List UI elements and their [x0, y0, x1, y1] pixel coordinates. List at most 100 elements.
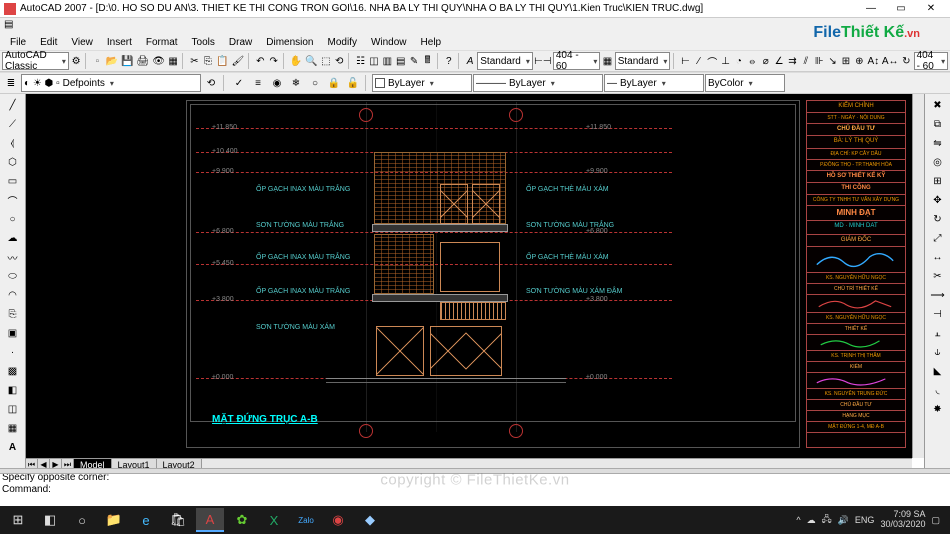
pline-tool[interactable]: ⦉ — [3, 134, 23, 152]
dim-leader-button[interactable]: ↘ — [826, 52, 838, 70]
text-style-icon[interactable]: A — [464, 52, 476, 70]
erase-tool[interactable]: ✖ — [928, 96, 948, 114]
table-style-combo[interactable]: Standard▾ — [615, 52, 671, 70]
plot-preview-button[interactable]: 👁 — [151, 52, 166, 70]
scale-tool[interactable]: ⤢ — [928, 229, 948, 247]
taskbar-edge[interactable]: e — [132, 508, 160, 532]
extend-tool[interactable]: ⟶ — [928, 286, 948, 304]
tool-palettes-button[interactable]: ▥ — [381, 52, 393, 70]
dim-angular-button[interactable]: ∠ — [773, 52, 785, 70]
line-tool[interactable]: ╱ — [3, 96, 23, 114]
new-button[interactable] — [91, 52, 103, 70]
copy-tool[interactable]: ⧉ — [928, 115, 948, 133]
undo-button[interactable] — [254, 52, 266, 70]
cut-button[interactable] — [188, 52, 200, 70]
layer-unlock-button[interactable]: 🔓 — [344, 74, 362, 92]
properties-button[interactable]: ☷ — [354, 52, 366, 70]
layer-combo[interactable]: ◐ ☀ ⬢ ▫ Defpoints▾ — [21, 74, 201, 92]
offset-tool[interactable]: ◎ — [928, 153, 948, 171]
break-tool[interactable]: ⫠ — [928, 324, 948, 342]
zoom-button[interactable] — [304, 52, 318, 70]
maximize-button[interactable]: ▭ — [886, 1, 916, 17]
join-tool[interactable]: ⫝ — [928, 343, 948, 361]
insert-block-tool[interactable]: ⎘ — [3, 305, 23, 323]
ellipse-arc-tool[interactable]: ◠ — [3, 286, 23, 304]
dim-quick-button[interactable]: ⇉ — [786, 52, 798, 70]
design-center-button[interactable]: ◫ — [368, 52, 380, 70]
stretch-tool[interactable]: ↔ — [928, 248, 948, 266]
menu-draw[interactable]: Draw — [223, 37, 258, 48]
polygon-tool[interactable]: ⬡ — [3, 153, 23, 171]
plot-button[interactable] — [136, 52, 151, 70]
menu-format[interactable]: Format — [140, 37, 184, 48]
taskbar-autocad[interactable]: A — [196, 508, 224, 532]
layer-freeze-button[interactable]: ❄ — [287, 74, 305, 92]
circle-tool[interactable]: ○ — [3, 210, 23, 228]
zoom-window-button[interactable]: ⬚ — [320, 52, 332, 70]
command-resize-handle[interactable] — [0, 468, 950, 474]
mtext-tool[interactable]: A — [3, 438, 23, 456]
revcloud-tool[interactable]: ☁ — [3, 229, 23, 247]
dim-continue-button[interactable]: ⊪ — [813, 52, 825, 70]
command-prompt[interactable]: Command: — [2, 484, 948, 496]
menu-dimension[interactable]: Dimension — [260, 37, 319, 48]
taskbar-app-1[interactable]: ✿ — [228, 508, 256, 532]
dim-tolerance-button[interactable]: ⊞ — [840, 52, 852, 70]
pan-button[interactable] — [289, 52, 303, 70]
tray-notifications-icon[interactable]: ▢ — [931, 515, 940, 526]
tray-lang[interactable]: ENG — [855, 515, 875, 525]
layer-manager-button[interactable]: ≣ — [2, 74, 20, 92]
dim-textedit-button[interactable]: A↔ — [881, 52, 899, 70]
ellipse-tool[interactable]: ⬭ — [3, 267, 23, 285]
dim-style-combo[interactable]: 404 - 60▾ — [553, 52, 600, 70]
dim-style-combo-2[interactable]: 404 - 60▾ — [914, 52, 949, 70]
taskbar-explorer[interactable]: 📁 — [100, 508, 128, 532]
open-button[interactable] — [105, 52, 119, 70]
menu-modify[interactable]: Modify — [322, 37, 363, 48]
tray-network-icon[interactable]: 🖧 — [822, 512, 832, 528]
mirror-tool[interactable]: ⇋ — [928, 134, 948, 152]
copy-button[interactable] — [202, 52, 214, 70]
redo-button[interactable] — [267, 52, 279, 70]
taskbar-app-3[interactable]: ◆ — [356, 508, 384, 532]
taskbar-store[interactable]: 🛍 — [164, 508, 192, 532]
gradient-tool[interactable]: ◧ — [3, 381, 23, 399]
rectangle-tool[interactable]: ▭ — [3, 172, 23, 190]
start-button[interactable]: ⊞ — [4, 508, 32, 532]
dim-jogged-button[interactable]: ⦵ — [746, 52, 758, 70]
markup-button[interactable]: ✎ — [408, 52, 420, 70]
taskbar-excel[interactable]: X — [260, 508, 288, 532]
sheet-set-button[interactable]: ▤ — [395, 52, 407, 70]
tray-clock[interactable]: 7:09 SA 30/03/2020 — [880, 510, 925, 530]
drawing-canvas[interactable]: +11.850 +10.400 +9.900 +6.800 +5.450 +3.… — [26, 94, 912, 458]
taskbar-zalo[interactable]: Zalo — [292, 508, 320, 532]
command-area[interactable]: Specify opposite corner: Command: — [0, 470, 950, 510]
tray-onedrive-icon[interactable]: ☁ — [807, 515, 816, 526]
taskbar-cortana[interactable]: ○ — [68, 508, 96, 532]
dim-style-icon[interactable]: ⊢⊣ — [534, 52, 552, 70]
dim-baseline-button[interactable]: ⫽ — [800, 52, 812, 70]
help-button[interactable]: ? — [443, 52, 455, 70]
layer-previous-button[interactable]: ⟲ — [202, 74, 220, 92]
tray-up-icon[interactable]: ^ — [796, 515, 800, 525]
paste-button[interactable] — [215, 52, 229, 70]
calc-button[interactable]: 🖩 — [421, 52, 433, 70]
workspace-settings-button[interactable]: ⚙ — [70, 52, 82, 70]
layer-lock-button[interactable]: 🔒 — [325, 74, 343, 92]
chamfer-tool[interactable]: ◣ — [928, 362, 948, 380]
fillet-tool[interactable]: ◟ — [928, 381, 948, 399]
xline-tool[interactable]: ⟋ — [3, 115, 23, 133]
menu-help[interactable]: Help — [415, 37, 448, 48]
lineweight-combo[interactable]: — ByLayer▾ — [604, 74, 704, 92]
dim-center-button[interactable]: ⊕ — [853, 52, 865, 70]
menu-edit[interactable]: Edit — [34, 37, 63, 48]
dim-aligned-button[interactable]: ∕ — [693, 52, 705, 70]
plotstyle-combo[interactable]: ByColor▾ — [705, 74, 785, 92]
dim-edit-button[interactable]: A↕ — [867, 52, 881, 70]
move-tool[interactable]: ✥ — [928, 191, 948, 209]
rotate-tool[interactable]: ↻ — [928, 210, 948, 228]
workspace-combo[interactable]: AutoCAD Classic▾ — [2, 52, 69, 70]
linetype-combo[interactable]: ——— ByLayer▾ — [473, 74, 603, 92]
break-point-tool[interactable]: ⊣ — [928, 305, 948, 323]
layer-off-button[interactable]: ○ — [306, 74, 324, 92]
